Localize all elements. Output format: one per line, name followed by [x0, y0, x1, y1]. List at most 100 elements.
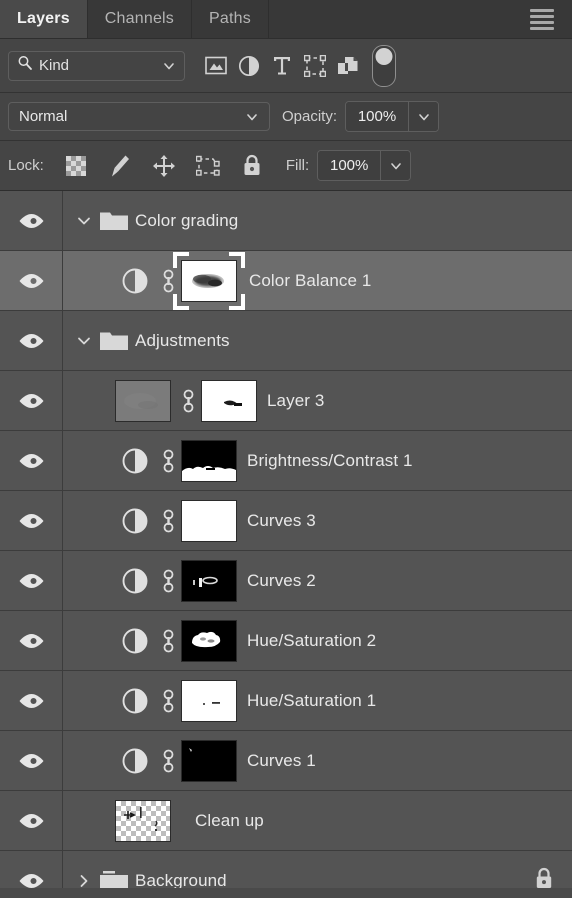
table-row[interactable]: Curves 2	[0, 551, 572, 611]
lock-position-icon[interactable]	[142, 149, 186, 183]
hamburger-menu-icon[interactable]	[522, 0, 572, 38]
layer-visibility-toggle[interactable]	[0, 611, 63, 670]
eye-icon	[19, 213, 43, 228]
table-row[interactable]: Layer 3	[0, 371, 572, 431]
adjustment-layer-thumbnail[interactable]	[115, 627, 155, 655]
layer-mask-thumbnail[interactable]	[181, 559, 237, 602]
group-disclosure-chevron-down-icon[interactable]	[71, 213, 97, 229]
adjustment-layer-filter-icon[interactable]	[232, 49, 265, 83]
table-row[interactable]: Brightness/Contrast 1	[0, 431, 572, 491]
layer-row-body[interactable]: Curves 2	[63, 551, 572, 610]
layer-row-body[interactable]: Background	[63, 851, 572, 888]
layer-mask-thumbnail[interactable]	[181, 619, 237, 662]
layer-mask-link-icon[interactable]	[155, 448, 181, 474]
layer-row-body[interactable]: Adjustments	[63, 311, 572, 370]
lock-transparent-pixels-icon[interactable]	[54, 149, 98, 183]
panel-tab-bar: Layers Channels Paths	[0, 0, 572, 39]
group-disclosure-chevron-down-icon[interactable]	[71, 333, 97, 349]
tab-channels-label: Channels	[104, 10, 174, 27]
adjustment-layer-thumbnail[interactable]	[115, 747, 155, 775]
tab-layers[interactable]: Layers	[0, 0, 88, 38]
pixel-layer-filter-icon[interactable]	[199, 49, 232, 83]
adjustment-layer-thumbnail[interactable]	[115, 507, 155, 535]
layer-visibility-toggle[interactable]	[0, 791, 63, 850]
layer-mask-link-icon[interactable]	[175, 388, 201, 414]
layer-mask-link-icon[interactable]	[155, 628, 181, 654]
layer-visibility-toggle[interactable]	[0, 311, 63, 370]
layer-list[interactable]: Color grading Color Balance 1 Adjustment…	[0, 191, 572, 888]
adjustment-layer-thumbnail[interactable]	[115, 447, 155, 475]
layer-mask-link-icon[interactable]	[155, 508, 181, 534]
layer-mask-thumbnail[interactable]	[201, 379, 257, 422]
fill-stepper-chevron-down-icon[interactable]	[380, 151, 411, 180]
filter-kind-label: Kind	[39, 57, 70, 74]
layer-mask-thumbnail[interactable]	[181, 679, 237, 722]
layer-mask-link-icon[interactable]	[155, 688, 181, 714]
table-row[interactable]: Curves 3	[0, 491, 572, 551]
table-row[interactable]: Hue/Saturation 1	[0, 671, 572, 731]
layer-name: Curves 3	[247, 510, 316, 530]
layer-pixel-thumbnail[interactable]	[115, 799, 171, 842]
layer-row-body[interactable]: Hue/Saturation 1	[63, 671, 572, 730]
opacity-value[interactable]: 100%	[346, 102, 409, 131]
table-row[interactable]: Adjustments	[0, 311, 572, 371]
fill-field[interactable]: 100%	[317, 150, 412, 181]
layer-visibility-toggle[interactable]	[0, 551, 63, 610]
table-row[interactable]: Clean up	[0, 791, 572, 851]
layer-row-body[interactable]: Layer 3	[63, 371, 572, 430]
blend-mode-dropdown[interactable]: Normal	[8, 102, 270, 131]
layer-row-body[interactable]: Curves 3	[63, 491, 572, 550]
opacity-stepper-chevron-down-icon[interactable]	[408, 102, 439, 131]
tab-channels[interactable]: Channels	[88, 0, 192, 38]
folder-icon	[97, 869, 131, 888]
table-row[interactable]: Color grading	[0, 191, 572, 251]
adjustment-layer-thumbnail[interactable]	[115, 267, 155, 295]
layer-mask-thumbnail[interactable]	[181, 439, 237, 482]
filter-enable-toggle[interactable]	[372, 44, 396, 87]
layer-mask-thumbnail-selected[interactable]	[173, 251, 245, 310]
folder-icon	[97, 209, 131, 232]
layer-row-body[interactable]: Color grading	[63, 191, 572, 250]
smart-object-filter-icon[interactable]	[331, 49, 364, 83]
layer-visibility-toggle[interactable]	[0, 371, 63, 430]
layer-visibility-toggle[interactable]	[0, 431, 63, 490]
mask-selection-bracket	[229, 251, 245, 268]
lock-icon-group	[54, 149, 274, 183]
tab-paths[interactable]: Paths	[192, 0, 269, 38]
adjustment-layer-thumbnail[interactable]	[115, 687, 155, 715]
table-row[interactable]: Hue/Saturation 2	[0, 611, 572, 671]
layer-mask-thumbnail[interactable]	[181, 739, 237, 782]
layer-visibility-toggle[interactable]	[0, 731, 63, 790]
layer-visibility-toggle[interactable]	[0, 851, 63, 888]
layer-mask-link-icon[interactable]	[155, 748, 181, 774]
layer-row-body[interactable]: Color Balance 1	[63, 251, 572, 310]
layer-visibility-toggle[interactable]	[0, 251, 63, 310]
chevron-down-icon	[245, 110, 259, 124]
layer-row-body[interactable]: Brightness/Contrast 1	[63, 431, 572, 490]
layer-visibility-toggle[interactable]	[0, 191, 63, 250]
layer-visibility-toggle[interactable]	[0, 491, 63, 550]
table-row[interactable]: Background	[0, 851, 572, 888]
fill-value[interactable]: 100%	[318, 151, 381, 180]
lock-icon	[534, 866, 554, 888]
layer-mask-link-icon[interactable]	[155, 568, 181, 594]
lock-all-icon[interactable]	[230, 149, 274, 183]
table-row[interactable]: Color Balance 1	[0, 251, 572, 311]
lock-image-pixels-icon[interactable]	[98, 149, 142, 183]
table-row[interactable]: Curves 1	[0, 731, 572, 791]
eye-icon	[19, 753, 43, 768]
shape-layer-filter-icon[interactable]	[298, 49, 331, 83]
layer-row-body[interactable]: Clean up	[63, 791, 572, 850]
layer-visibility-toggle[interactable]	[0, 671, 63, 730]
layer-row-body[interactable]: Curves 1	[63, 731, 572, 790]
layer-row-body[interactable]: Hue/Saturation 2	[63, 611, 572, 670]
type-layer-filter-icon[interactable]	[265, 49, 298, 83]
layer-mask-image	[181, 499, 237, 542]
lock-artboard-nesting-icon[interactable]	[186, 149, 230, 183]
adjustment-layer-thumbnail[interactable]	[115, 567, 155, 595]
layer-mask-thumbnail[interactable]	[181, 499, 237, 542]
opacity-field[interactable]: 100%	[345, 101, 440, 132]
group-disclosure-chevron-right-icon[interactable]	[71, 873, 97, 889]
filter-kind-dropdown[interactable]: Kind	[8, 50, 185, 81]
layer-pixel-thumbnail[interactable]	[115, 379, 171, 422]
